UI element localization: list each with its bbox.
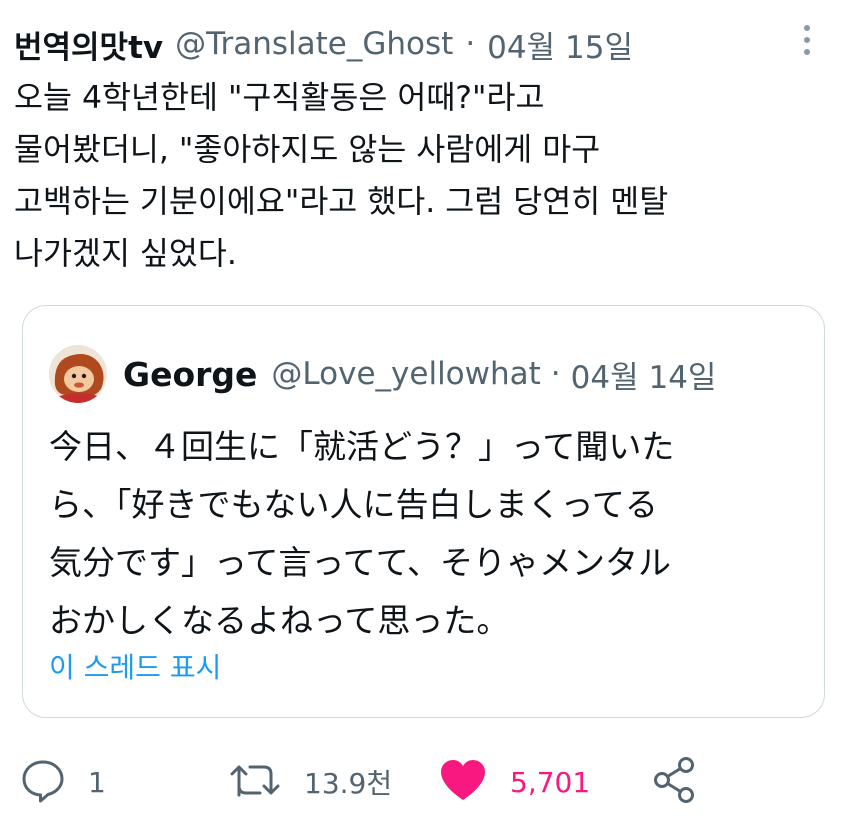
quoted-tweet-card[interactable]: George @Love_yellowhat · 04월 14일 今日、４回生に… (22, 305, 825, 718)
quoted-tweet-date[interactable]: 04월 14일 (571, 352, 717, 397)
show-thread-link[interactable]: 이 스레드 표시 (49, 646, 221, 686)
author-display-name[interactable]: 번역의맛tv (14, 22, 163, 67)
reply-button[interactable]: 1 (20, 752, 106, 812)
separator-dot: · (465, 26, 476, 62)
quoted-tweet-header: George @Love_yellowhat · 04월 14일 (49, 342, 716, 406)
heart-icon (438, 757, 488, 807)
tweet-text: 오늘 4학년한테 "구직활동은 어때?"라고 물어봤더니, "좋아하지도 않는 … (14, 80, 669, 272)
like-count: 5,701 (510, 765, 591, 799)
avatar[interactable] (49, 345, 107, 403)
more-vertical-icon[interactable] (792, 18, 822, 62)
like-button[interactable]: 5,701 (438, 752, 590, 812)
share-button[interactable] (652, 752, 698, 812)
tweet-header: 번역의맛tv @Translate_Ghost · 04월 15일 (14, 22, 784, 66)
quoted-author-name[interactable]: George (123, 355, 257, 394)
retweet-icon (228, 757, 282, 807)
tweet-date[interactable]: 04월 15일 (487, 22, 633, 67)
quoted-author-handle[interactable]: @Love_yellowhat (271, 356, 540, 392)
retweet-count: 13.9천 (304, 767, 393, 800)
reply-icon (20, 757, 66, 807)
separator-dot: · (550, 356, 561, 392)
retweet-button[interactable]: 13.9천 (228, 752, 392, 812)
share-icon (652, 755, 698, 809)
tweet-actions: 1 13.9천 5,701 (0, 752, 862, 812)
quoted-tweet-text: 今日、４回生に「就活どう？」って聞いた ら、「好きでもない人に告白しまくってる … (49, 427, 675, 640)
author-handle[interactable]: @Translate_Ghost (175, 26, 453, 62)
reply-count: 1 (88, 765, 106, 799)
